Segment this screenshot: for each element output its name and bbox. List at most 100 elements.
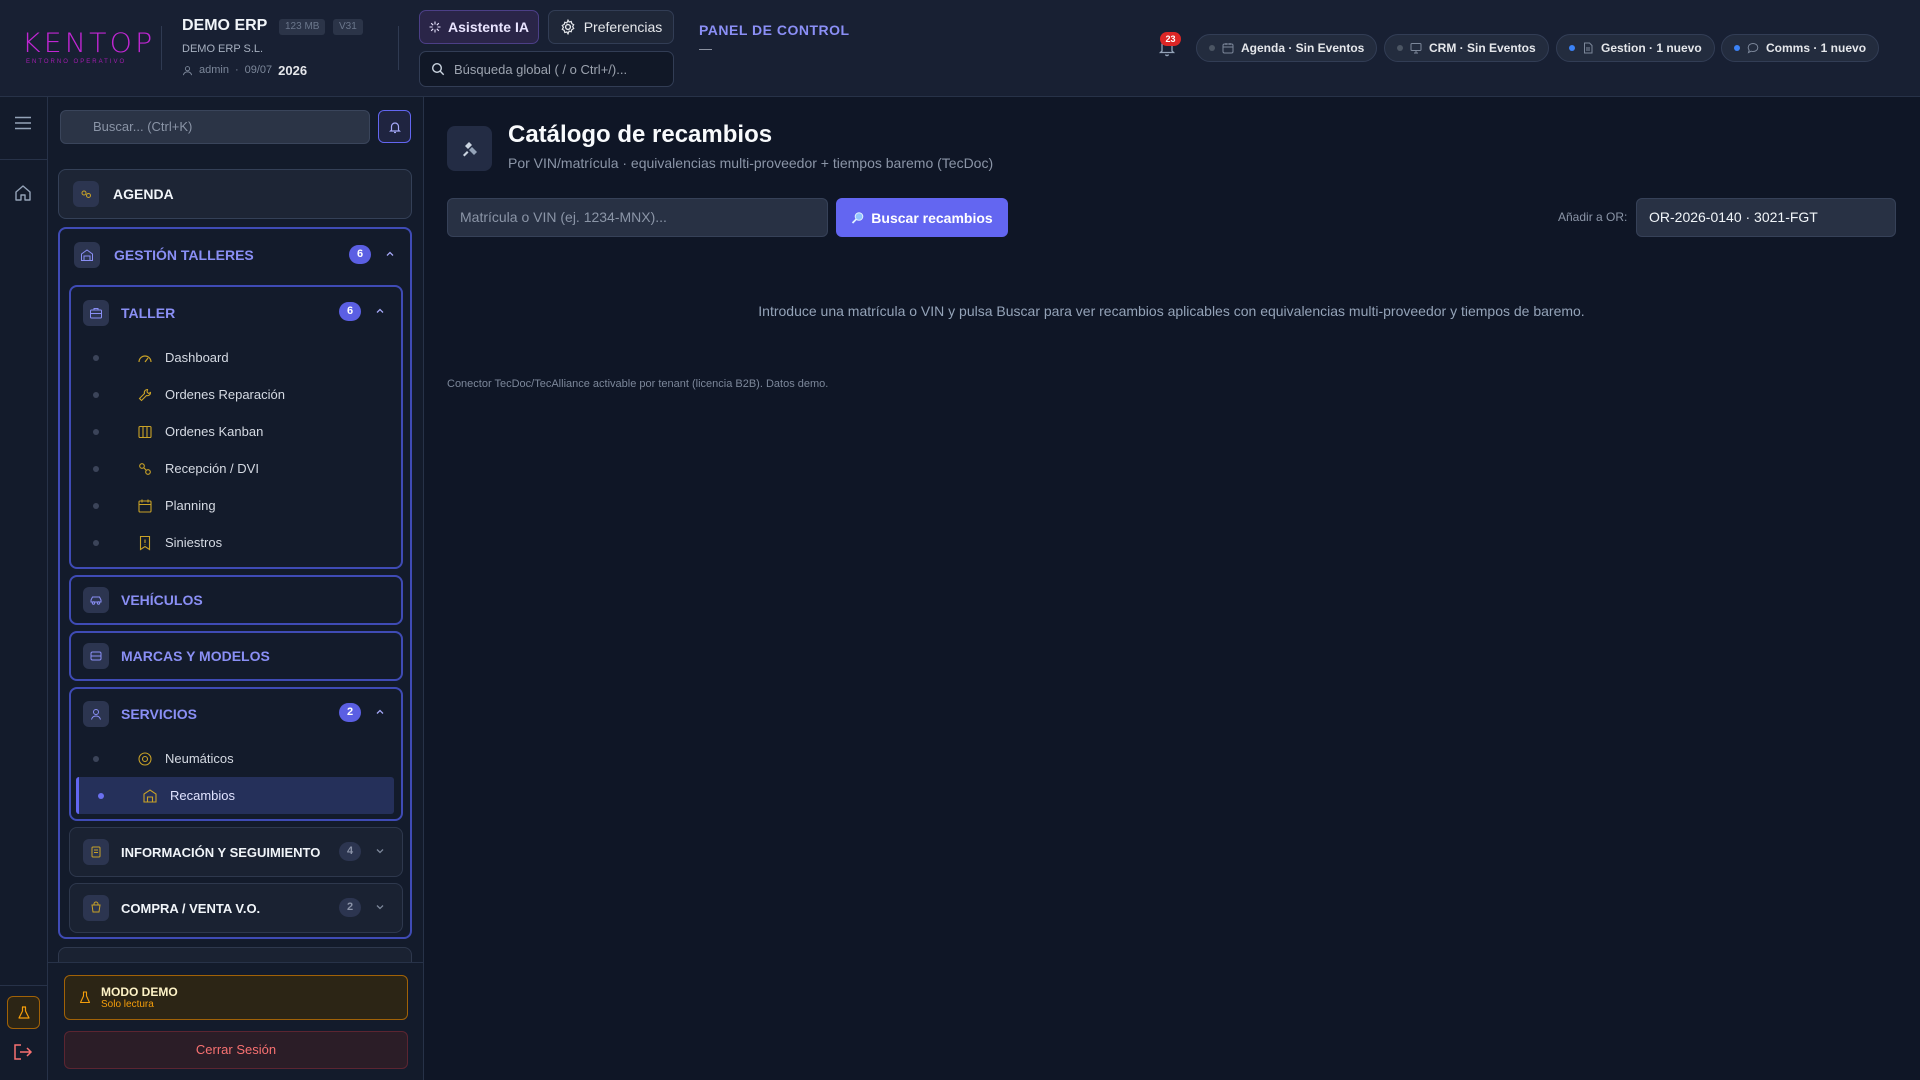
vehiculos-label: VEHÍCULOS xyxy=(121,592,203,608)
informacion-count-badge: 4 xyxy=(339,842,361,861)
search-parts-button[interactable]: Buscar recambios xyxy=(836,198,1008,237)
report-icon xyxy=(83,839,109,865)
session-year: 2026 xyxy=(278,62,308,78)
demo-mode-subtitle: Solo lectura xyxy=(101,999,154,1010)
status-pill-gestion[interactable]: Gestion · 1 nuevo xyxy=(1556,34,1715,62)
notifications-badge: 23 xyxy=(1160,32,1181,46)
logout-button[interactable]: Cerrar Sesión xyxy=(64,1031,408,1069)
top-header: KENTOP ENTORNO OPERATIVO DEMO ERP 123 MB… xyxy=(0,0,1920,97)
gestion-talleres-label: GESTIÓN TALLERES xyxy=(114,247,254,263)
magnifier-icon xyxy=(851,211,865,225)
status-dot xyxy=(1569,45,1575,51)
rail-divider xyxy=(0,985,48,986)
sidebar-item-marcas-modelos[interactable]: MARCAS Y MODELOS xyxy=(69,631,403,681)
global-search-input[interactable]: Búsqueda global ( / o Ctrl+/)... xyxy=(419,51,674,87)
gauge-icon xyxy=(138,354,152,362)
gear-icon xyxy=(560,19,576,35)
clipboard-icon xyxy=(139,462,151,475)
user-icon xyxy=(182,65,193,76)
cart-icon xyxy=(83,895,109,921)
status-dot xyxy=(1397,45,1403,51)
status-pill-label: Comms · 1 nuevo xyxy=(1766,41,1867,55)
sidebar-search-input[interactable]: Buscar... (Ctrl+K) xyxy=(60,110,370,144)
sidebar-item-ordenes-reparacion[interactable]: Ordenes Reparación xyxy=(71,376,391,413)
main-content: Catálogo de recambios Por VIN/matrícula … xyxy=(425,97,1920,1080)
vin-plate-placeholder: Matrícula o VIN (ej. 1234-MNX)... xyxy=(460,209,667,225)
logout-icon[interactable] xyxy=(13,1043,33,1061)
bell-icon xyxy=(388,121,401,133)
gestion-count-badge: 6 xyxy=(349,245,371,264)
calendar-icon xyxy=(138,499,152,513)
demo-mode-title: MODO DEMO xyxy=(101,985,178,999)
status-dot xyxy=(1209,45,1215,51)
panel-title: PANEL DE CONTROL xyxy=(699,22,850,38)
status-pill-comms[interactable]: Comms · 1 nuevo xyxy=(1721,34,1880,62)
marcas-label: MARCAS Y MODELOS xyxy=(121,648,270,664)
version-badge: V31 xyxy=(333,19,363,35)
sparkle-icon xyxy=(429,21,441,33)
app-logo[interactable]: KENTOP ENTORNO OPERATIVO xyxy=(22,30,152,65)
gestion-talleres-group: GESTIÓN TALLERES 6 TALLER 6 Dashboard Or… xyxy=(58,227,412,939)
sidebar-item-compra-venta[interactable]: COMPRA / VENTA V.O. 2 xyxy=(69,883,403,933)
flask-icon xyxy=(17,1005,30,1019)
header-divider xyxy=(161,26,162,70)
status-pill-label: CRM · Sin Eventos xyxy=(1429,41,1536,55)
sidebar-item-siniestros[interactable]: Siniestros xyxy=(71,524,391,561)
empty-state-message: Introduce una matrícula o VIN y pulsa Bu… xyxy=(758,303,1585,319)
flask-icon xyxy=(79,991,91,1004)
chevron-down-icon xyxy=(376,849,384,854)
sidebar-item-agenda[interactable]: AGENDA xyxy=(58,169,412,219)
menu-icon[interactable] xyxy=(14,116,32,130)
tag-icon xyxy=(83,643,109,669)
garage-icon xyxy=(74,242,100,268)
demo-mode-rail-button[interactable] xyxy=(7,996,40,1029)
taller-label: TALLER xyxy=(121,305,176,321)
wrench-icon xyxy=(138,388,152,401)
sidebar-item-vehiculos[interactable]: VEHÍCULOS xyxy=(69,575,403,625)
chevron-up-icon xyxy=(376,308,384,313)
calendar-icon xyxy=(1222,42,1234,54)
status-pill-crm[interactable]: CRM · Sin Eventos xyxy=(1384,34,1549,62)
vin-plate-input[interactable]: Matrícula o VIN (ej. 1234-MNX)... xyxy=(447,198,828,237)
sidebar-item-neumaticos[interactable]: Neumáticos xyxy=(71,740,391,777)
panel-subtitle: — xyxy=(699,41,712,56)
preferences-button[interactable]: Preferencias xyxy=(548,10,674,44)
sidebar-item-planning[interactable]: Planning xyxy=(71,487,391,524)
ai-assistant-button[interactable]: Asistente IA xyxy=(419,10,539,44)
chevron-up-icon xyxy=(376,709,384,714)
status-pill-agenda[interactable]: Agenda · Sin Eventos xyxy=(1196,34,1378,62)
compra-count-badge: 2 xyxy=(339,898,361,917)
sidebar-item-informacion[interactable]: INFORMACIÓN Y SEGUIMIENTO 4 xyxy=(69,827,403,877)
sidebar-item-label: Ordenes Kanban xyxy=(165,424,264,439)
toolbox-icon xyxy=(83,300,109,326)
service-icon xyxy=(83,701,109,727)
sidebar-item-dashboard[interactable]: Dashboard xyxy=(71,339,391,376)
sidebar-item-ordenes-kanban[interactable]: Ordenes Kanban xyxy=(71,413,391,450)
company-name: DEMO ERP S.L. xyxy=(182,43,264,55)
connector-note: Conector TecDoc/TecAlliance activable po… xyxy=(447,378,829,390)
sidebar-notifications-button[interactable] xyxy=(378,110,411,143)
taller-count-badge: 6 xyxy=(339,302,361,321)
document-icon xyxy=(1582,42,1594,54)
monitor-icon xyxy=(1410,42,1422,54)
sidebar-item-recepcion-dvi[interactable]: Recepción / DVI xyxy=(71,450,391,487)
status-pill-label: Agenda · Sin Eventos xyxy=(1241,41,1365,55)
home-icon[interactable] xyxy=(14,184,32,202)
user-line: admin · 09/07 2026 xyxy=(182,62,308,78)
demo-mode-banner: MODO DEMO Solo lectura xyxy=(64,975,408,1020)
tire-icon xyxy=(138,751,152,766)
sidebar-item-label: Ordenes Reparación xyxy=(165,387,285,402)
user-name: admin xyxy=(199,64,229,76)
compra-label: COMPRA / VENTA V.O. xyxy=(121,900,261,916)
sidebar-footer: MODO DEMO Solo lectura Cerrar Sesión xyxy=(48,962,423,1080)
alert-icon xyxy=(139,535,151,551)
chevron-up-icon xyxy=(386,251,394,256)
rail-divider xyxy=(0,159,48,160)
page-subtitle: Por VIN/matrícula · equivalencias multi-… xyxy=(508,155,994,171)
repair-order-select[interactable]: OR-2026-0140 · 3021-FGT xyxy=(1636,198,1896,237)
sidebar-item-recambios[interactable]: Recambios xyxy=(76,777,394,814)
preferences-label: Preferencias xyxy=(583,19,663,35)
status-dot xyxy=(1734,45,1740,51)
session-date: 09/07 xyxy=(244,64,273,76)
car-icon xyxy=(83,587,109,613)
